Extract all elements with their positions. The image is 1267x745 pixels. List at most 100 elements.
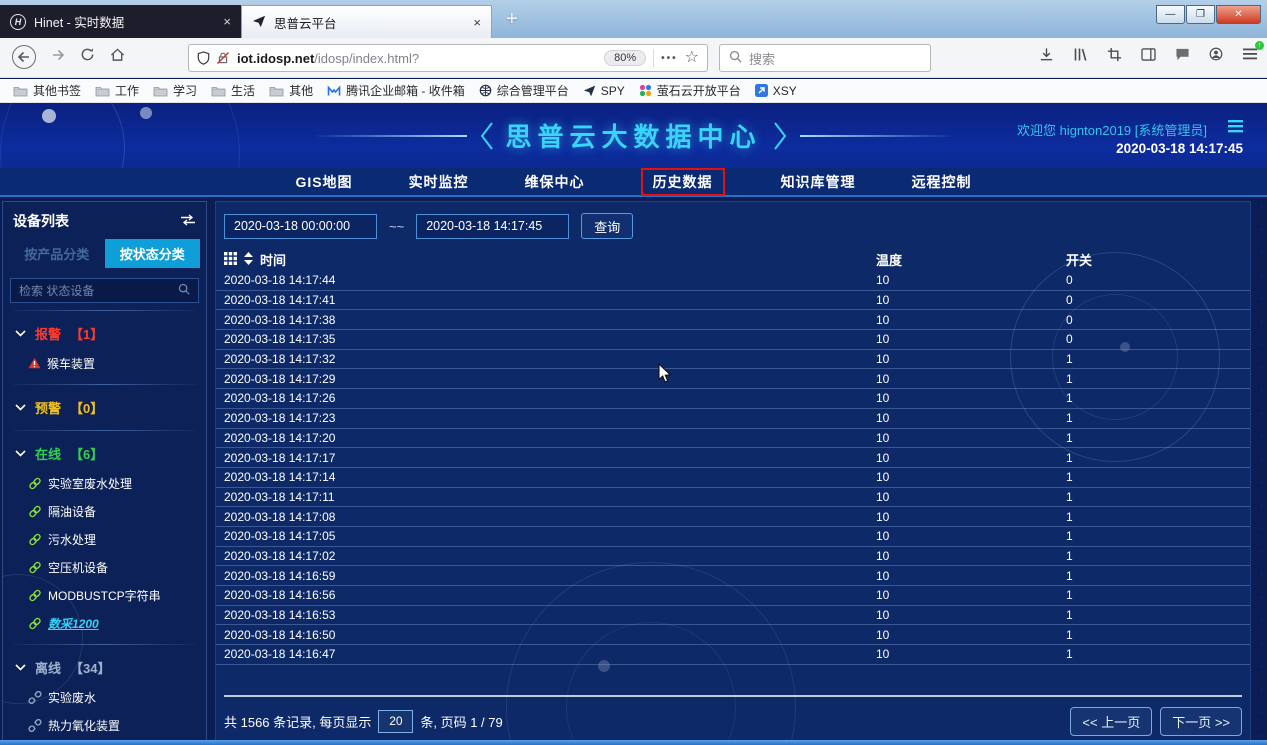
page-actions-icon[interactable]: •••: [661, 53, 678, 64]
table-body: 2020-03-18 14:17:441002020-03-18 14:17:4…: [216, 271, 1250, 665]
menu-list-icon[interactable]: [1228, 120, 1243, 138]
table-row: 2020-03-18 14:17:35100: [216, 330, 1250, 350]
restore-button[interactable]: ❐: [1186, 5, 1215, 24]
device-item-label: 污水处理: [48, 531, 96, 548]
cell-time: 2020-03-18 14:17:44: [224, 273, 335, 287]
menu-button[interactable]: ↑: [1241, 45, 1259, 63]
close-button[interactable]: ✕: [1216, 5, 1261, 24]
bookmark-label: 腾讯企业邮箱 - 收件箱: [346, 82, 465, 99]
column-header-temperature[interactable]: 温度: [876, 250, 902, 269]
zoom-level-badge[interactable]: 80%: [604, 50, 646, 66]
welcome-text[interactable]: 欢迎您 hignton2019 [系统管理员]: [1017, 120, 1207, 139]
cell-temperature: 10: [876, 529, 889, 543]
bookmark-item[interactable]: 其他: [262, 80, 320, 101]
bookmark-star-icon[interactable]: ☆: [685, 50, 699, 66]
back-icon: [17, 50, 31, 64]
bookmark-item[interactable]: 工作: [88, 80, 146, 101]
nav-item-实时监控[interactable]: 实时监控: [409, 172, 469, 192]
device-search-input[interactable]: 检索 状态设备: [10, 278, 199, 303]
sort-icon[interactable]: [244, 252, 253, 268]
mouse-cursor: [658, 363, 673, 389]
bookmark-label: 工作: [115, 82, 139, 99]
bookmark-label: 萤石云开放平台: [657, 82, 741, 99]
range-separator: ~~: [389, 219, 404, 234]
messages-button[interactable]: [1173, 45, 1191, 63]
cell-temperature: 10: [876, 490, 889, 504]
start-datetime-input[interactable]: 2020-03-18 00:00:00: [224, 214, 377, 239]
nav-item-GIS地图[interactable]: GIS地图: [295, 172, 352, 192]
swap-arrows-icon[interactable]: [180, 213, 196, 229]
bookmark-item[interactable]: 综合管理平台: [472, 80, 576, 101]
cell-time: 2020-03-18 14:16:53: [224, 608, 335, 622]
forward-button[interactable]: [51, 48, 65, 67]
nav-item-历史数据[interactable]: 历史数据: [641, 168, 725, 196]
bookmark-label: XSY: [773, 84, 797, 98]
bookmark-item[interactable]: 学习: [146, 80, 204, 101]
refresh-button[interactable]: [80, 47, 95, 67]
bookmark-item[interactable]: 生活: [204, 80, 262, 101]
table-row: 2020-03-18 14:17:41100: [216, 291, 1250, 311]
device-item[interactable]: 实验室废水处理: [3, 469, 206, 497]
table-row: 2020-03-18 14:17:32101: [216, 350, 1250, 370]
tab-sipu-cloud[interactable]: 思普云平台 ×: [241, 5, 492, 38]
query-button[interactable]: 查询: [581, 213, 633, 239]
end-datetime-input[interactable]: 2020-03-18 14:17:45: [416, 214, 569, 239]
home-button[interactable]: [110, 48, 125, 67]
tree-section-报警[interactable]: 报警【1】: [3, 318, 206, 349]
next-page-button[interactable]: 下一页 >>: [1160, 707, 1242, 736]
bookmark-item[interactable]: 其他书签: [6, 80, 88, 101]
nav-item-知识库管理[interactable]: 知识库管理: [781, 172, 856, 192]
screenshot-button[interactable]: [1105, 45, 1123, 63]
close-tab-icon[interactable]: ×: [223, 14, 231, 29]
tab-by-status[interactable]: 按状态分类: [105, 239, 201, 268]
cell-time: 2020-03-18 14:17:35: [224, 332, 335, 346]
section-divider: [13, 310, 196, 311]
grid-icon[interactable]: [224, 252, 237, 268]
refresh-icon: [80, 47, 95, 62]
history-data-panel: 2020-03-18 00:00:00 ~~ 2020-03-18 14:17:…: [215, 201, 1251, 745]
nav-item-维保中心[interactable]: 维保中心: [525, 172, 585, 192]
prev-page-button[interactable]: << 上一页: [1070, 707, 1152, 736]
bookmark-item[interactable]: XSY: [748, 82, 804, 100]
cell-temperature: 10: [876, 293, 889, 307]
tree-section-预警[interactable]: 预警【0】: [3, 392, 206, 423]
cell-switch: 1: [1066, 510, 1073, 524]
toolbar-icons: ↑: [1037, 45, 1259, 63]
browser-search[interactable]: 搜索: [719, 44, 931, 72]
device-item[interactable]: 污水处理: [3, 525, 206, 553]
tab-by-product[interactable]: 按产品分类: [9, 239, 105, 268]
link-icon: [28, 505, 42, 518]
pagination-footer: 共 1566 条记录, 每页显示 20 条, 页码 1 / 79 << 上一页 …: [224, 705, 1242, 737]
insecure-lock-icon: [216, 51, 230, 65]
device-item[interactable]: 隔油设备: [3, 497, 206, 525]
minimize-button[interactable]: —: [1156, 5, 1185, 24]
column-header-time[interactable]: 时间: [260, 250, 286, 269]
download-button[interactable]: [1037, 45, 1055, 63]
mail-icon: [327, 85, 341, 97]
account-button[interactable]: [1207, 45, 1225, 63]
device-item[interactable]: 猴车装置: [3, 349, 206, 377]
cell-temperature: 10: [876, 470, 889, 484]
window-controls: —❐✕: [1155, 5, 1261, 24]
bookmark-item[interactable]: SPY: [576, 82, 632, 100]
close-tab-icon[interactable]: ×: [473, 15, 481, 30]
bookmark-item[interactable]: 腾讯企业邮箱 - 收件箱: [320, 80, 472, 101]
bookmark-item[interactable]: 萤石云开放平台: [632, 80, 748, 101]
url-bar[interactable]: iot.idosp.net/idosp/index.html? 80% ••• …: [188, 44, 708, 72]
tab-hinet[interactable]: H Hinet - 实时数据 ×: [0, 5, 241, 38]
nav-item-远程控制[interactable]: 远程控制: [912, 172, 972, 192]
library-button[interactable]: [1071, 45, 1089, 63]
device-item[interactable]: 热力氧化装置: [3, 711, 206, 739]
browser-nav-buttons: [12, 45, 125, 69]
plane-icon: [252, 14, 266, 31]
column-header-switch[interactable]: 开关: [1066, 250, 1092, 269]
new-tab-button[interactable]: +: [506, 8, 518, 30]
update-badge: ↑: [1255, 41, 1264, 50]
account-icon: [1209, 47, 1223, 61]
table-row: 2020-03-18 14:17:14101: [216, 468, 1250, 488]
sidebar-button[interactable]: [1139, 45, 1157, 63]
section-count: 【6】: [70, 444, 103, 463]
tree-section-在线[interactable]: 在线【6】: [3, 438, 206, 469]
back-button[interactable]: [12, 45, 36, 69]
page-size-input[interactable]: 20: [378, 710, 413, 733]
